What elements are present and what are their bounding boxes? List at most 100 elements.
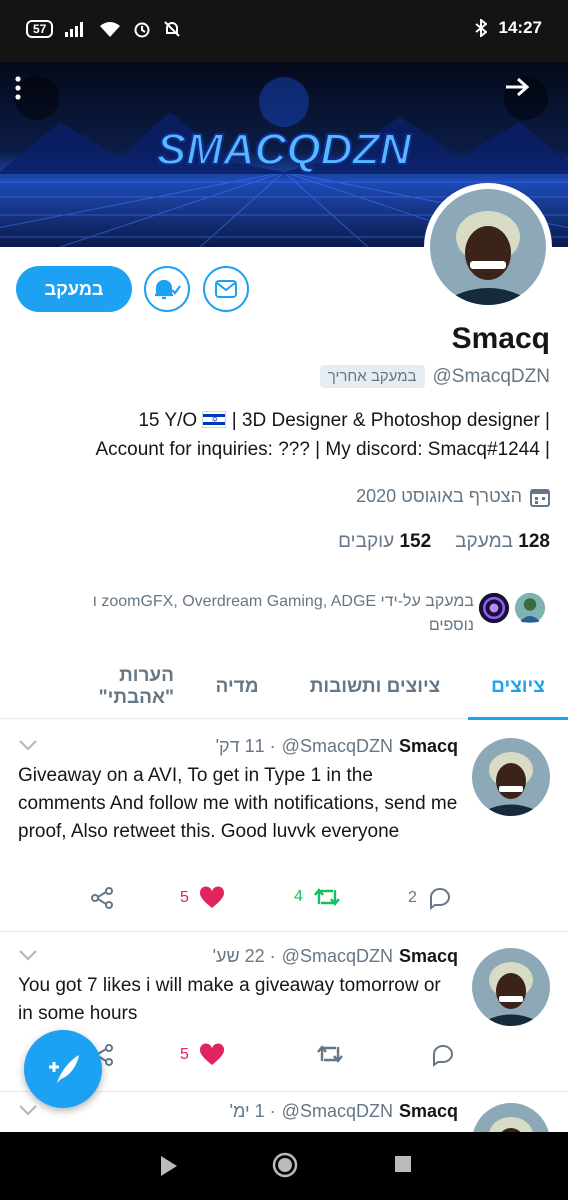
- tweet-header: · 1 ימ' @SmacqDZN Smacq: [230, 1101, 458, 1122]
- tweet-avatar[interactable]: [472, 948, 550, 1026]
- back-button[interactable]: [504, 76, 548, 120]
- wifi-icon: [100, 22, 121, 37]
- like-button[interactable]: 5: [180, 1043, 225, 1067]
- reply-icon: [429, 888, 450, 910]
- chevron-down-icon[interactable]: [18, 738, 38, 752]
- joined-text: הצטרף באוגוסט 2020: [356, 486, 522, 506]
- reply-button[interactable]: [430, 1043, 456, 1067]
- tweet-time: · 22 שע': [212, 946, 276, 966]
- share-icon: [91, 887, 113, 909]
- heart-icon: [199, 1043, 224, 1065]
- retweet-button[interactable]: 4: [294, 886, 341, 908]
- bluetooth-icon: [474, 19, 487, 37]
- bio-role: | 3D Designer & Photoshop designer |: [231, 410, 550, 431]
- tweet-time: · 1 ימ': [229, 1101, 276, 1121]
- like-count: 5: [180, 889, 189, 906]
- followed-by-line-1: במעקב על-ידי zoomGFX, Overdream Gaming, …: [92, 593, 474, 610]
- following-count: 128: [518, 531, 550, 552]
- tweet-time: · 11 דק': [215, 736, 276, 756]
- compose-tweet-button[interactable]: [24, 1030, 102, 1108]
- tweet-handle: @SmacqDZN: [281, 946, 393, 966]
- reply-icon: [433, 1045, 453, 1067]
- bio-line-2: Account for inquiries: ??? | My discord:…: [95, 439, 551, 460]
- followers-label: עוקבים: [338, 531, 395, 552]
- profile-avatar[interactable]: [424, 183, 552, 311]
- status-bar: 57 14:27: [0, 0, 568, 62]
- tweet-author: Smacq: [398, 1101, 458, 1121]
- vertical-dots-icon: [15, 76, 21, 100]
- followed-by-text: במעקב על-ידי zoomGFX, Overdream Gaming, …: [93, 590, 474, 638]
- reply-button[interactable]: 2: [408, 886, 453, 910]
- profile-tabs: ציוצים ציוצים ותשובות מדיה הערות "אהבתי": [0, 655, 568, 720]
- followers-count: 152: [399, 531, 432, 552]
- envelope-icon: [215, 280, 237, 298]
- retweet-icon: [317, 1045, 343, 1063]
- share-button[interactable]: [90, 886, 114, 910]
- calendar-icon: [530, 488, 550, 507]
- profile-handle: @SmacqDZN: [432, 365, 550, 387]
- recents-nav-icon[interactable]: [393, 1154, 413, 1174]
- tweet-avatar[interactable]: [472, 738, 550, 816]
- message-button[interactable]: [203, 266, 249, 312]
- retweet-count: 4: [294, 888, 303, 905]
- avatar-photo: [472, 948, 550, 1026]
- follow-stats: 128 במעקב 152 עוקבים: [338, 531, 550, 553]
- followed-by-line-2: נוספים: [428, 617, 474, 634]
- chevron-down-icon[interactable]: [18, 1103, 38, 1117]
- home-nav-icon[interactable]: [272, 1152, 298, 1178]
- notifications-button[interactable]: [144, 266, 190, 312]
- retweet-icon: [313, 888, 340, 906]
- notification-count-badge: 57: [26, 20, 54, 38]
- more-options-button[interactable]: [15, 76, 59, 120]
- chevron-down-icon[interactable]: [18, 948, 38, 962]
- followers-stat[interactable]: 152 עוקבים: [338, 531, 431, 553]
- mute-icon: [164, 21, 181, 37]
- retweet-button[interactable]: [316, 1043, 344, 1065]
- profile-photo: [430, 189, 546, 305]
- signal-icon: [65, 22, 84, 37]
- alarm-icon: [134, 22, 150, 38]
- profile-name: Smacq: [451, 322, 550, 355]
- tab-likes[interactable]: הערות "אהבתי": [22, 655, 192, 719]
- bio-age: 15 Y/O: [138, 410, 198, 431]
- arrow-right-icon: [506, 77, 530, 97]
- followed-by[interactable]: במעקב על-ידי zoomGFX, Overdream Gaming, …: [8, 590, 548, 638]
- like-button[interactable]: 5: [180, 886, 225, 910]
- tweet-text: You got 7 likes i will make a giveaway t…: [18, 975, 441, 1024]
- banner-logo-text: SMACQDZN: [157, 125, 412, 174]
- mutual-avatar: [476, 590, 512, 626]
- tab-media[interactable]: מדיה: [192, 655, 282, 719]
- tweet-header: · 11 דק' @SmacqDZN Smacq: [216, 736, 458, 757]
- tweet-avatar[interactable]: [472, 1103, 550, 1132]
- handle-row: במעקב אחריך @SmacqDZN: [319, 365, 550, 388]
- bio-line-1: 15 Y/O ✡ | 3D Designer & Photoshop desig…: [20, 406, 550, 435]
- israel-flag-icon: ✡: [202, 411, 227, 428]
- like-count: 5: [180, 1046, 189, 1063]
- reply-count: 2: [408, 889, 417, 906]
- heart-icon: [199, 886, 224, 908]
- avatar-photo: [472, 1103, 550, 1132]
- tweet-author: Smacq: [398, 736, 458, 756]
- compose-feather-icon: [49, 1055, 79, 1083]
- avatar-photo: [472, 738, 550, 816]
- status-time: 14:27: [498, 18, 542, 37]
- tweet-handle: @SmacqDZN: [281, 1101, 393, 1121]
- tweet-text: Giveaway on a AVI, To get in Type 1 in t…: [18, 765, 458, 842]
- tweet-author: Smacq: [398, 946, 458, 966]
- following-label: במעקב: [455, 531, 514, 552]
- system-navigation-bar: [0, 1132, 568, 1200]
- tab-tweets-and-replies[interactable]: ציוצים ותשובות: [282, 655, 468, 719]
- profile-bio: 15 Y/O ✡ | 3D Designer & Photoshop desig…: [20, 406, 551, 464]
- mutual-avatar: [512, 590, 548, 626]
- tab-tweets[interactable]: ציוצים: [468, 655, 568, 720]
- following-button[interactable]: במעקב: [16, 266, 132, 312]
- joined-date: הצטרף באוגוסט 2020: [356, 486, 550, 507]
- follows-you-badge: במעקב אחריך: [319, 365, 425, 388]
- tweet-handle: @SmacqDZN: [281, 736, 393, 756]
- bell-check-icon: [155, 279, 181, 300]
- following-stat[interactable]: 128 במעקב: [455, 531, 550, 553]
- back-nav-icon[interactable]: [158, 1154, 180, 1178]
- tweet[interactable]: · 11 דק' @SmacqDZN Smacq Giveaway on a A…: [0, 720, 568, 932]
- followed-by-avatars: [476, 590, 548, 626]
- tweet-header: · 22 שע' @SmacqDZN Smacq: [213, 946, 458, 967]
